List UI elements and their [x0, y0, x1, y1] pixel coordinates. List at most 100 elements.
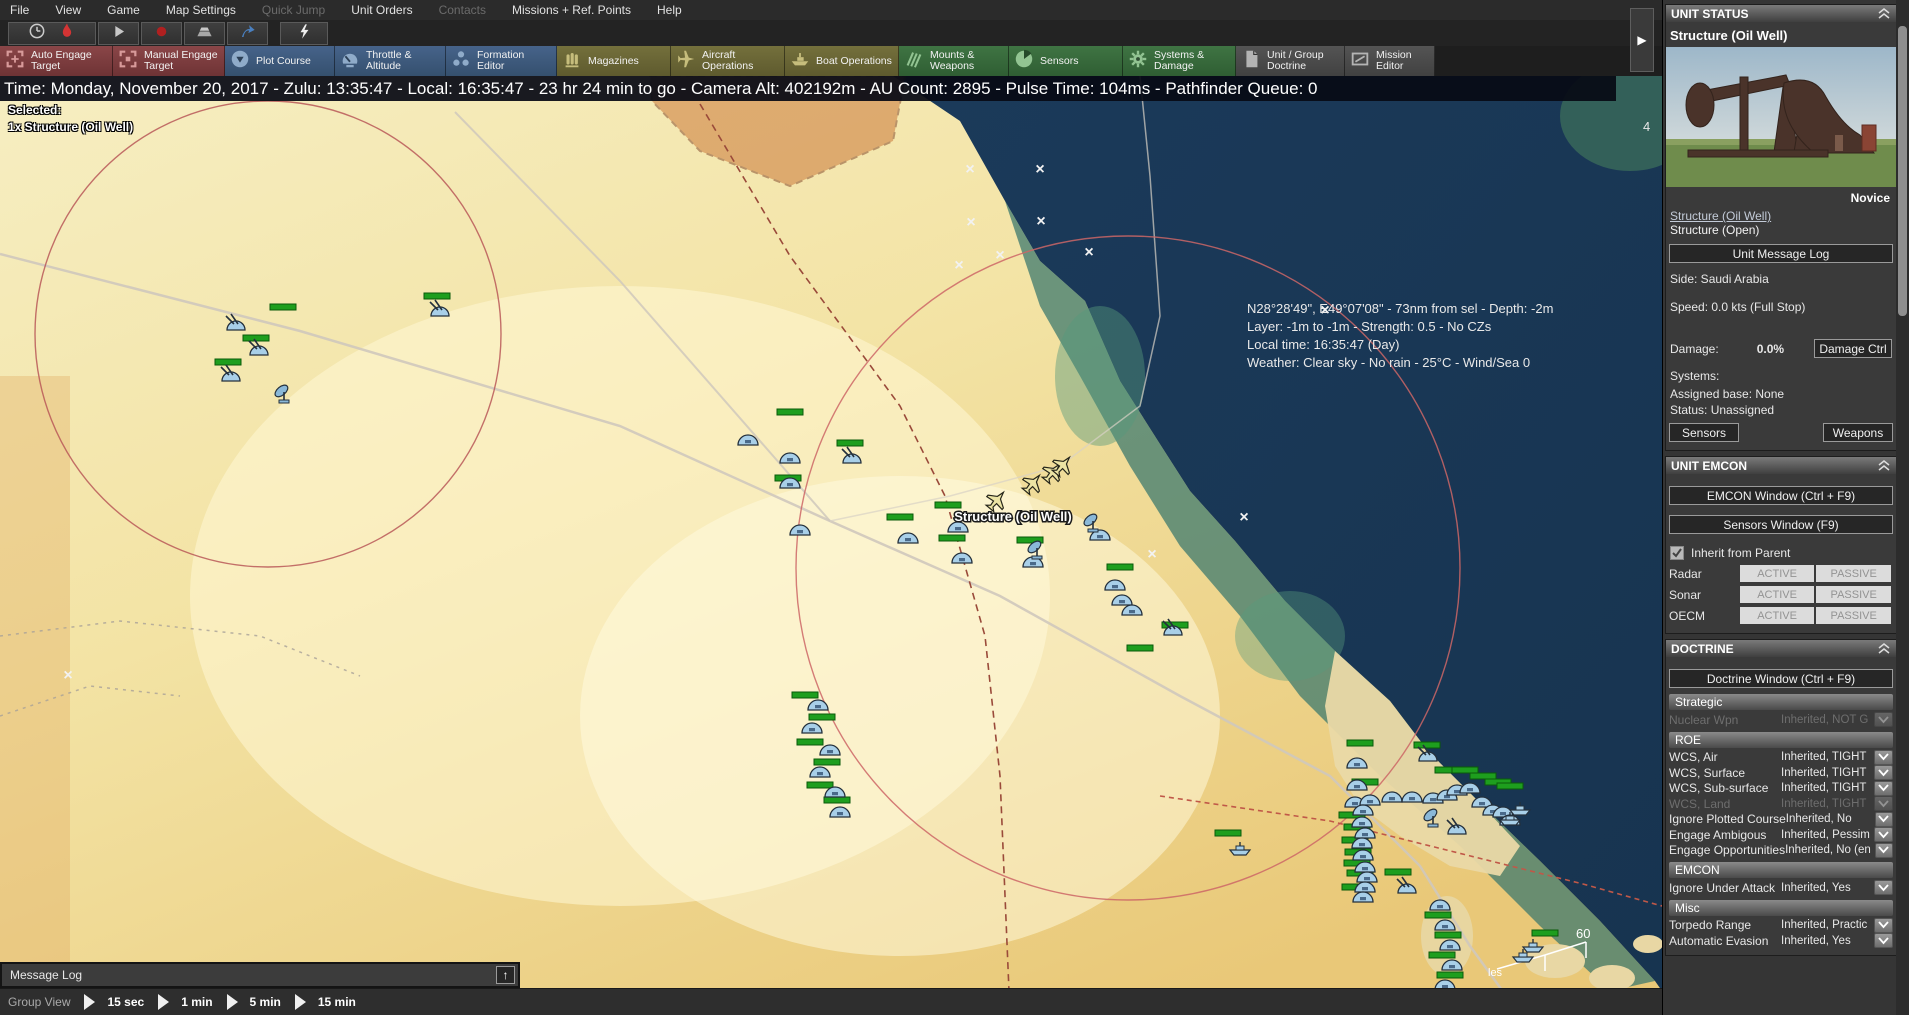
ribbon-throttle-altitude-button[interactable]: Throttle & Altitude: [335, 46, 446, 76]
jump-button[interactable]: [227, 22, 268, 45]
ribbon-magazines-button[interactable]: Magazines: [557, 46, 671, 76]
ribbon-boat-operations-button[interactable]: Boat Operations: [785, 46, 899, 76]
time-compression-15-min[interactable]: 15 min: [295, 994, 356, 1010]
unit-status-bar[interactable]: [935, 502, 961, 508]
contact-x-marker[interactable]: ×: [1036, 213, 1045, 230]
menu-file[interactable]: File: [10, 3, 29, 17]
map-canvas[interactable]: 60 4 les ××××××××××× Structure (Oil Well…: [0, 76, 1662, 1015]
unit-status-bar[interactable]: [1435, 932, 1461, 938]
group-view-label[interactable]: Group View: [8, 995, 70, 1009]
contact-x-marker[interactable]: ×: [63, 667, 72, 684]
collapse-chevron-icon[interactable]: [1877, 8, 1891, 20]
sonar-passive-button[interactable]: PASSIVE: [1816, 586, 1891, 603]
clock-icon[interactable]: [27, 21, 47, 46]
sonar-active-button[interactable]: ACTIVE: [1740, 586, 1815, 603]
unit-status-bar[interactable]: [1497, 783, 1523, 789]
unit-status-bar[interactable]: [837, 440, 863, 446]
message-log-expand-button[interactable]: ↑: [496, 966, 515, 984]
collapse-chevron-icon[interactable]: [1877, 460, 1891, 472]
unit-status-bar[interactable]: [797, 739, 823, 745]
map-svg[interactable]: 60 4 les ××××××××××× Structure (Oil Well…: [0, 76, 1662, 1015]
unit-status-bar[interactable]: [270, 304, 296, 310]
oecm-active-button[interactable]: ACTIVE: [1740, 607, 1815, 624]
doctrine-header[interactable]: DOCTRINE: [1666, 640, 1896, 657]
unit-status-bar[interactable]: [1452, 767, 1478, 773]
unit-status-bar[interactable]: [1437, 972, 1463, 978]
play-arrow-icon[interactable]: [227, 994, 238, 1010]
time-compression-15-sec[interactable]: 15 sec: [84, 994, 144, 1010]
menu-help[interactable]: Help: [657, 3, 682, 17]
oecm-passive-button[interactable]: PASSIVE: [1816, 607, 1891, 624]
wcs-sub-surface-dropdown[interactable]: [1874, 781, 1893, 796]
ignore-plotted-course-dropdown[interactable]: [1875, 812, 1893, 827]
ribbon-mission-editor-button[interactable]: Mission Editor: [1345, 46, 1435, 76]
wcs-surface-dropdown[interactable]: [1874, 765, 1893, 780]
unit-status-bar[interactable]: [243, 335, 269, 341]
contact-x-marker[interactable]: ×: [995, 247, 1004, 264]
ribbon-formation-editor-button[interactable]: Formation Editor: [446, 46, 557, 76]
unit-status-bar[interactable]: [424, 293, 450, 299]
ribbon-sensors-button[interactable]: Sensors: [1009, 46, 1123, 76]
unit-status-bar[interactable]: [1425, 912, 1451, 918]
ribbon-mounts-weapons-button[interactable]: Mounts & Weapons: [899, 46, 1009, 76]
automatic-evasion-dropdown[interactable]: [1874, 933, 1893, 948]
unit-status-bar[interactable]: [792, 692, 818, 698]
play-arrow-icon[interactable]: [84, 994, 95, 1010]
menu-map-settings[interactable]: Map Settings: [166, 3, 236, 17]
unit-status-bar[interactable]: [1470, 773, 1496, 779]
unit-status-bar[interactable]: [1215, 830, 1241, 836]
contact-x-marker[interactable]: ×: [954, 257, 963, 274]
contact-x-marker[interactable]: ×: [1239, 509, 1248, 526]
unit-status-bar[interactable]: [777, 409, 803, 415]
engage-ambigous-dropdown[interactable]: [1874, 827, 1893, 842]
unit-emcon-header[interactable]: UNIT EMCON: [1666, 457, 1896, 474]
speed-button[interactable]: [184, 22, 225, 45]
contact-x-marker[interactable]: ×: [1035, 161, 1044, 178]
torpedo-range-dropdown[interactable]: [1874, 918, 1893, 933]
sensors-button[interactable]: Sensors: [1669, 423, 1739, 442]
wcs-air-dropdown[interactable]: [1874, 750, 1893, 765]
ribbon-auto-engage-target-button[interactable]: Auto Engage Target: [0, 46, 113, 76]
play-arrow-icon[interactable]: [295, 994, 306, 1010]
ribbon-manual-engage-target-button[interactable]: Manual Engage Target: [113, 46, 225, 76]
unit-status-bar[interactable]: [1385, 869, 1411, 875]
emcon-window-button[interactable]: EMCON Window (Ctrl + F9): [1669, 486, 1893, 505]
unit-status-bar[interactable]: [1347, 740, 1373, 746]
weapons-button[interactable]: Weapons: [1823, 423, 1893, 442]
unit-status-bar[interactable]: [814, 759, 840, 765]
play-button[interactable]: [98, 22, 139, 45]
unit-status-bar[interactable]: [939, 535, 965, 541]
quick-group-clock-flame[interactable]: [8, 22, 96, 45]
sensors-window-button[interactable]: Sensors Window (F9): [1669, 515, 1893, 534]
time-compression-5-min[interactable]: 5 min: [227, 994, 281, 1010]
unit-status-bar[interactable]: [809, 714, 835, 720]
unit-status-bar[interactable]: [1532, 930, 1558, 936]
unit-status-bar[interactable]: [1107, 564, 1133, 570]
menu-missions-ref-points[interactable]: Missions + Ref. Points: [512, 3, 631, 17]
unit-message-log-button[interactable]: Unit Message Log: [1669, 244, 1893, 263]
menu-view[interactable]: View: [55, 3, 81, 17]
sidebar-scrollbar[interactable]: [1896, 0, 1909, 1015]
sidebar-scrollbar-thumb[interactable]: [1898, 26, 1907, 316]
radar-passive-button[interactable]: PASSIVE: [1816, 565, 1891, 582]
contact-x-marker[interactable]: ×: [1084, 244, 1093, 261]
damage-ctrl-button[interactable]: Damage Ctrl: [1814, 339, 1892, 358]
unit-status-bar[interactable]: [215, 359, 241, 365]
unit-status-bar[interactable]: [807, 782, 833, 788]
flame-icon[interactable]: [57, 21, 77, 46]
contact-x-marker[interactable]: ×: [966, 214, 975, 231]
sidebar-collapse-button[interactable]: ▶: [1630, 8, 1654, 72]
unit-status-bar[interactable]: [1127, 645, 1153, 651]
engage-opportunities-dropdown[interactable]: [1875, 843, 1893, 858]
menu-unit-orders[interactable]: Unit Orders: [351, 3, 412, 17]
ignore-under-attack-dropdown[interactable]: [1874, 880, 1893, 895]
unit-db-link[interactable]: Structure (Oil Well): [1666, 207, 1896, 223]
contact-x-marker[interactable]: ×: [965, 161, 974, 178]
doctrine-window-button[interactable]: Doctrine Window (Ctrl + F9): [1669, 669, 1893, 688]
unit-status-bar[interactable]: [887, 514, 913, 520]
unit-status-bar[interactable]: [824, 797, 850, 803]
unit-status-header[interactable]: UNIT STATUS: [1666, 5, 1896, 22]
ribbon-systems-damage-button[interactable]: Systems & Damage: [1123, 46, 1236, 76]
ribbon-aircraft-operations-button[interactable]: Aircraft Operations: [671, 46, 785, 76]
unit-status-bar[interactable]: [1429, 952, 1455, 958]
